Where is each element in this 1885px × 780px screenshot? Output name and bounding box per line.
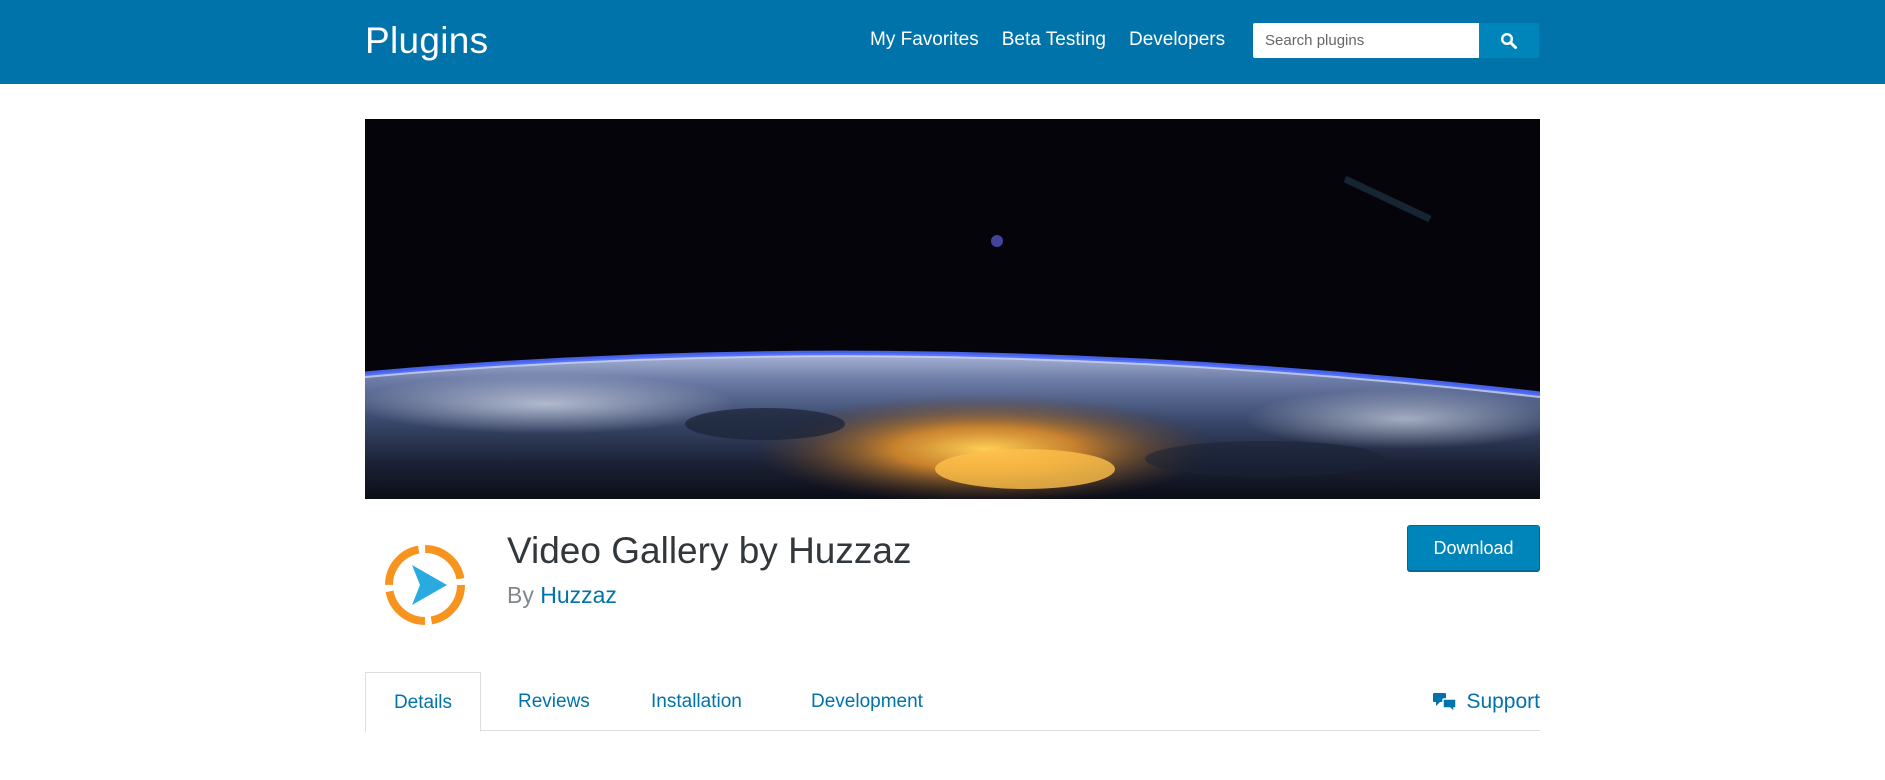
tab-details[interactable]: Details xyxy=(365,672,481,732)
nav-my-favorites[interactable]: My Favorites xyxy=(870,28,979,52)
support-link[interactable]: Support xyxy=(1433,672,1540,731)
support-label: Support xyxy=(1466,689,1540,713)
nav-beta-testing[interactable]: Beta Testing xyxy=(1002,28,1106,52)
plugin-author: By Huzzaz xyxy=(507,580,617,610)
nav-developers[interactable]: Developers xyxy=(1129,28,1225,52)
site-header: Plugins My Favorites Beta Testing Develo… xyxy=(0,0,1885,84)
plugin-banner xyxy=(365,119,1540,499)
author-link[interactable]: Huzzaz xyxy=(540,582,617,608)
plugin-tabs: Details Reviews Installation Development… xyxy=(365,672,1540,732)
tab-installation[interactable]: Installation xyxy=(651,672,742,731)
plugin-title: Video Gallery by Huzzaz xyxy=(507,530,912,571)
earth-from-space-banner xyxy=(365,119,1540,499)
search-form xyxy=(1253,23,1539,58)
plugin-icon xyxy=(365,525,493,653)
main-nav: My Favorites Beta Testing Developers xyxy=(870,28,1248,52)
search-input[interactable] xyxy=(1253,23,1479,58)
tab-reviews[interactable]: Reviews xyxy=(518,672,590,731)
download-button[interactable]: Download xyxy=(1407,525,1540,571)
site-title[interactable]: Plugins xyxy=(365,18,488,64)
tab-development[interactable]: Development xyxy=(811,672,923,731)
search-button[interactable] xyxy=(1479,23,1539,58)
search-icon xyxy=(1500,32,1517,49)
speech-bubbles-icon xyxy=(1433,692,1458,713)
author-prefix: By xyxy=(507,582,534,608)
play-circle-icon xyxy=(385,545,465,625)
